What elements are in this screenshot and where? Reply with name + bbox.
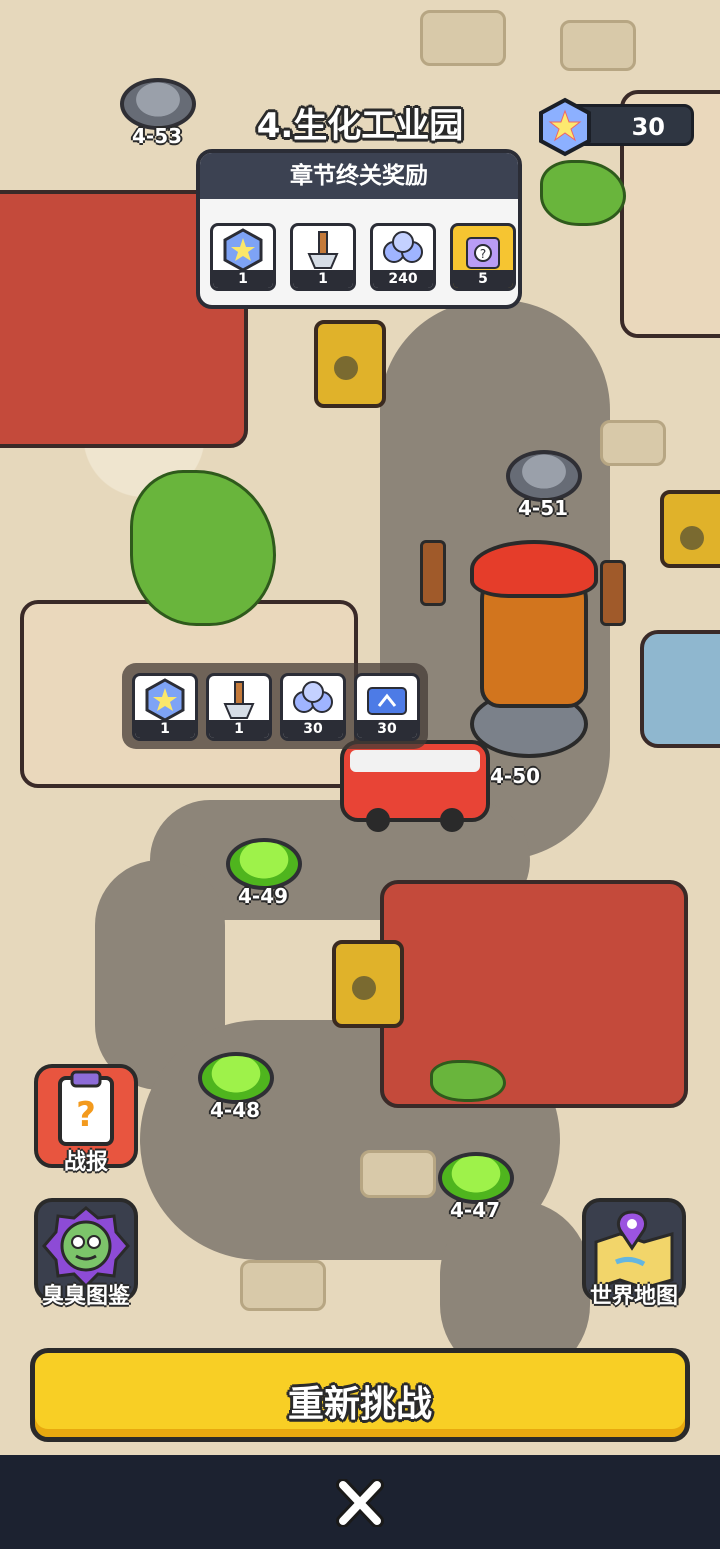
reward-qty: 240 [373, 270, 433, 288]
shovel-key-icon [307, 231, 339, 269]
gem-count: 30 [631, 113, 665, 141]
reward-qty: 30 [283, 720, 343, 738]
close-icon[interactable] [333, 1479, 387, 1527]
shovel-key-icon [223, 681, 255, 719]
reward-qty: 1 [209, 720, 269, 738]
reward-item: 30 [280, 673, 346, 741]
reward-item[interactable]: ? 5 [450, 223, 516, 291]
retry-label: 重新挑战 [287, 1384, 432, 1425]
hazard-barrel [660, 490, 720, 568]
metal-crate [640, 630, 720, 748]
industrial-machine [380, 880, 688, 1108]
level-node-4-47[interactable] [438, 1152, 514, 1204]
monster-codex-label: 臭臭图鉴 [41, 1284, 130, 1309]
level-rewards-popup: 1 1 30 30 [122, 663, 428, 749]
reward-qty: 1 [293, 270, 353, 288]
battle-report-label: 战报 [63, 1150, 108, 1175]
toxic-slime [540, 160, 626, 226]
hazard-barrel [332, 940, 404, 1028]
reward-qty: 1 [135, 720, 195, 738]
chapter-final-rewards-panel: 章节终关奖励 1 1 240 ? 5 [196, 149, 522, 309]
level-node-4-48[interactable] [198, 1052, 274, 1104]
reward-qty: 30 [357, 720, 417, 738]
level-node-4-49[interactable] [226, 838, 302, 890]
cobblestone [360, 1150, 436, 1198]
rainbow-star-gem-icon [223, 228, 263, 272]
reward-qty: 1 [213, 270, 273, 288]
rainbow-star-gem-icon [145, 678, 185, 722]
mystery-box-icon: ? [466, 237, 500, 269]
battle-report-button[interactable]: ? 战报 [34, 1064, 138, 1176]
svg-text:?: ? [76, 1095, 96, 1135]
retry-challenge-button[interactable]: 重新挑战 [30, 1348, 690, 1442]
level-label: 4-47 [450, 1198, 501, 1222]
boss-hair [470, 540, 598, 598]
rainbow-star-gem-icon [539, 97, 591, 157]
panel-title: 章节终关奖励 [200, 153, 518, 199]
reward-item: 1 [206, 673, 272, 741]
reward-item[interactable]: 240 [370, 223, 436, 291]
level-label: 4-49 [238, 884, 289, 908]
bottom-bar [0, 1455, 720, 1549]
cobblestone [600, 420, 666, 466]
level-node-4-51[interactable] [506, 450, 582, 502]
level-label: 4-51 [518, 496, 569, 520]
cobblestone [560, 20, 636, 71]
blue-orbs-icon [293, 681, 333, 713]
toxic-slime [430, 1060, 506, 1102]
cobblestone [420, 10, 506, 66]
monster-codex-button[interactable]: 臭臭图鉴 [34, 1198, 138, 1310]
reward-item: 30 [354, 673, 420, 741]
reward-item[interactable]: 1 [210, 223, 276, 291]
gem-currency-counter[interactable]: 30 [539, 97, 694, 157]
torch-icon [420, 540, 446, 606]
reward-qty: 5 [453, 270, 513, 288]
reward-item: 1 [132, 673, 198, 741]
blue-ticket-icon [367, 687, 407, 715]
torch-icon [600, 560, 626, 626]
reward-item[interactable]: 1 [290, 223, 356, 291]
blue-orbs-icon [383, 231, 423, 263]
world-map-label: 世界地图 [589, 1284, 678, 1309]
level-label: 4-48 [210, 1098, 261, 1122]
toxic-slime [130, 470, 276, 626]
world-map-button[interactable]: 世界地图 [582, 1198, 686, 1310]
level-label: 4-50 [490, 764, 541, 788]
boss-character[interactable] [420, 540, 630, 760]
svg-text:?: ? [480, 247, 486, 261]
cobblestone [240, 1260, 326, 1311]
hazard-barrel [314, 320, 386, 408]
